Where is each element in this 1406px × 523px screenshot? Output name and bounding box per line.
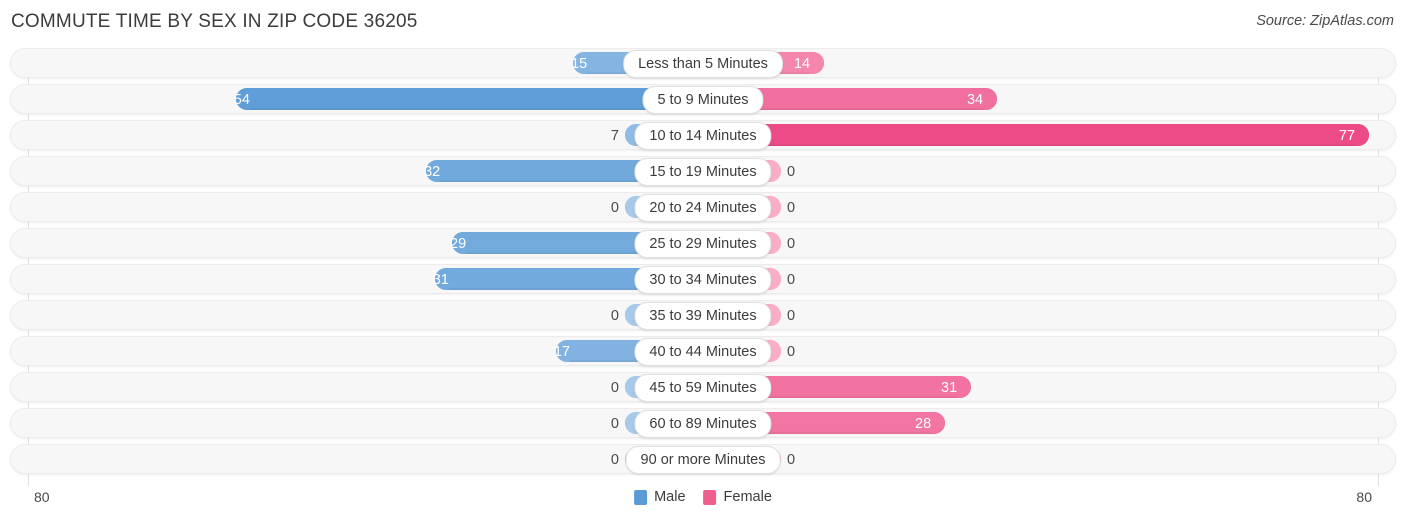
axis-max-left: 80 — [34, 489, 50, 505]
category-label: 30 to 34 Minutes — [634, 266, 772, 294]
female-bar — [703, 124, 1370, 146]
bar-row: 32 0 15 to 19 Minutes — [10, 156, 1396, 186]
category-label: 25 to 29 Minutes — [634, 230, 772, 258]
male-value-label: 0 — [610, 416, 619, 432]
male-value-label: 17 — [553, 344, 570, 360]
male-value-label: 32 — [424, 164, 441, 180]
male-swatch — [634, 489, 648, 505]
male-value-label: 0 — [610, 452, 619, 468]
male-value-label: 29 — [450, 236, 467, 252]
category-label: 35 to 39 Minutes — [634, 302, 772, 330]
bar-row-inner: 0 31 45 to 59 Minutes — [11, 373, 1395, 402]
female-swatch — [703, 489, 717, 505]
category-label: 20 to 24 Minutes — [634, 194, 772, 222]
bar-row-inner: 0 28 60 to 89 Minutes — [11, 409, 1395, 438]
category-label: 10 to 14 Minutes — [634, 122, 772, 150]
chart-header: COMMUTE TIME BY SEX IN ZIP CODE 36205 So… — [0, 0, 1406, 46]
male-value-label: 0 — [610, 200, 619, 216]
bar-row: 17 0 40 to 44 Minutes — [10, 336, 1396, 366]
male-value-label: 31 — [432, 272, 449, 288]
female-value-label: 0 — [787, 452, 796, 468]
legend-label: Male — [654, 489, 686, 505]
bar-row: 0 0 35 to 39 Minutes — [10, 300, 1396, 330]
male-value-label: 0 — [610, 380, 619, 396]
legend-item[interactable]: Female — [703, 489, 772, 505]
bar-row: 0 28 60 to 89 Minutes — [10, 408, 1396, 438]
plot-area: 15 14 Less than 5 Minutes 54 34 5 to 9 Minute… — [0, 48, 1406, 486]
bar-row: 7 77 10 to 14 Minutes — [10, 120, 1396, 150]
bar-row: 0 0 20 to 24 Minutes — [10, 192, 1396, 222]
page-title: COMMUTE TIME BY SEX IN ZIP CODE 36205 — [11, 11, 418, 32]
category-label: 15 to 19 Minutes — [634, 158, 772, 186]
category-label: 45 to 59 Minutes — [634, 374, 772, 402]
bar-row-inner: 29 0 25 to 29 Minutes — [11, 229, 1395, 258]
female-value-label: 28 — [915, 416, 932, 432]
category-label: 5 to 9 Minutes — [642, 86, 764, 114]
category-label: 90 or more Minutes — [625, 446, 781, 474]
bar-row-inner: 17 0 40 to 44 Minutes — [11, 337, 1395, 366]
bar-row-inner: 32 0 15 to 19 Minutes — [11, 157, 1395, 186]
female-value-label: 14 — [793, 56, 811, 72]
female-value-label: 0 — [787, 308, 796, 324]
category-label: 40 to 44 Minutes — [634, 338, 772, 366]
bar-row-inner: 0 0 90 or more Minutes — [11, 445, 1395, 474]
chart-container: COMMUTE TIME BY SEX IN ZIP CODE 36205 So… — [0, 0, 1406, 523]
male-value-label: 7 — [610, 128, 619, 144]
bar-row-inner: 31 0 30 to 34 Minutes — [11, 265, 1395, 294]
bar-row: 31 0 30 to 34 Minutes — [10, 264, 1396, 294]
legend-item[interactable]: Male — [634, 489, 686, 505]
source-attribution: Source: ZipAtlas.com — [1256, 13, 1394, 29]
female-value-label: 0 — [787, 272, 796, 288]
female-value-label: 34 — [966, 92, 984, 108]
bar-row-inner: 54 34 5 to 9 Minutes — [11, 85, 1395, 114]
chart-footer: 80 Male Female 80 — [0, 486, 1406, 523]
bar-row: 15 14 Less than 5 Minutes — [10, 48, 1396, 78]
chart-legend: Male Female — [634, 489, 772, 505]
bar-row-inner: 0 0 35 to 39 Minutes — [11, 301, 1395, 330]
bar-row-inner: 15 14 Less than 5 Minutes — [11, 49, 1395, 78]
female-value-label: 0 — [787, 344, 796, 360]
axis-max-right: 80 — [1356, 489, 1372, 505]
category-label: 60 to 89 Minutes — [634, 410, 772, 438]
bar-row: 54 34 5 to 9 Minutes — [10, 84, 1396, 114]
male-bar — [235, 88, 703, 110]
female-value-label: 31 — [941, 380, 958, 396]
female-value-label: 77 — [1338, 128, 1356, 144]
bar-row: 29 0 25 to 29 Minutes — [10, 228, 1396, 258]
female-value-label: 0 — [787, 200, 796, 216]
bar-row-inner: 7 77 10 to 14 Minutes — [11, 121, 1395, 150]
male-value-label: 54 — [233, 92, 250, 108]
bar-row: 0 31 45 to 59 Minutes — [10, 372, 1396, 402]
female-value-label: 0 — [787, 164, 796, 180]
bar-row-inner: 0 0 20 to 24 Minutes — [11, 193, 1395, 222]
legend-label: Female — [723, 489, 772, 505]
male-value-label: 15 — [571, 56, 588, 72]
category-label: Less than 5 Minutes — [623, 50, 783, 78]
bar-row: 0 0 90 or more Minutes — [10, 444, 1396, 474]
female-value-label: 0 — [787, 236, 796, 252]
male-value-label: 0 — [610, 308, 619, 324]
